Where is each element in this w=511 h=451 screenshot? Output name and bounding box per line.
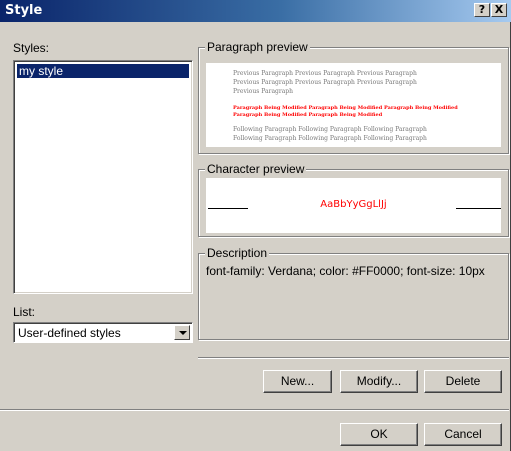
baseline-right: [456, 208, 501, 209]
separator: [0, 409, 509, 411]
description-text: font-family: Verdana; color: #FF0000; fo…: [206, 264, 485, 278]
help-button[interactable]: ?: [474, 3, 490, 17]
list-select[interactable]: User-defined styles: [13, 322, 193, 343]
title-bar[interactable]: Style ? X: [0, 0, 511, 22]
preview-sample-line: Paragraph Being Modified Paragraph Being…: [233, 105, 458, 111]
close-button[interactable]: X: [491, 3, 507, 17]
styles-label: Styles:: [13, 41, 50, 55]
modify-button[interactable]: Modify...: [340, 370, 418, 393]
paragraph-preview-area: Previous Paragraph Previous Paragraph Pr…: [206, 63, 501, 147]
ok-button[interactable]: OK: [340, 423, 418, 446]
paragraph-preview-title: Paragraph preview: [205, 40, 310, 54]
character-preview-area: AaBbYyGgLlJj: [206, 178, 501, 233]
style-dialog: Style ? X Styles: my style List: User-de…: [0, 0, 511, 451]
preview-following-line: Following Paragraph Following Paragraph …: [233, 126, 427, 133]
character-preview-group: Character preview AaBbYyGgLlJj: [198, 162, 509, 237]
delete-button[interactable]: Delete: [424, 370, 502, 393]
description-group: Description font-family: Verdana; color:…: [198, 246, 509, 340]
separator: [198, 357, 509, 359]
cancel-button[interactable]: Cancel: [424, 423, 502, 446]
list-item[interactable]: my style: [17, 64, 189, 78]
preview-previous-line: Previous Paragraph Previous Paragraph Pr…: [233, 79, 417, 86]
description-title: Description: [205, 246, 270, 260]
list-select-value: User-defined styles: [18, 326, 121, 340]
chevron-down-icon[interactable]: [174, 325, 190, 340]
paragraph-preview-group: Paragraph preview Previous Paragraph Pre…: [198, 40, 509, 154]
dialog-title: Style: [5, 3, 43, 18]
new-button[interactable]: New...: [263, 370, 332, 393]
preview-sample-line: Paragraph Being Modified Paragraph Being…: [233, 112, 383, 118]
preview-previous-line: Previous Paragraph Previous Paragraph Pr…: [233, 70, 417, 77]
preview-previous-line: Previous Paragraph: [233, 88, 294, 95]
character-preview-title: Character preview: [205, 162, 307, 176]
styles-list[interactable]: my style: [13, 60, 193, 294]
list-label: List:: [13, 305, 36, 319]
preview-following-line: Following Paragraph Following Paragraph …: [233, 135, 427, 142]
